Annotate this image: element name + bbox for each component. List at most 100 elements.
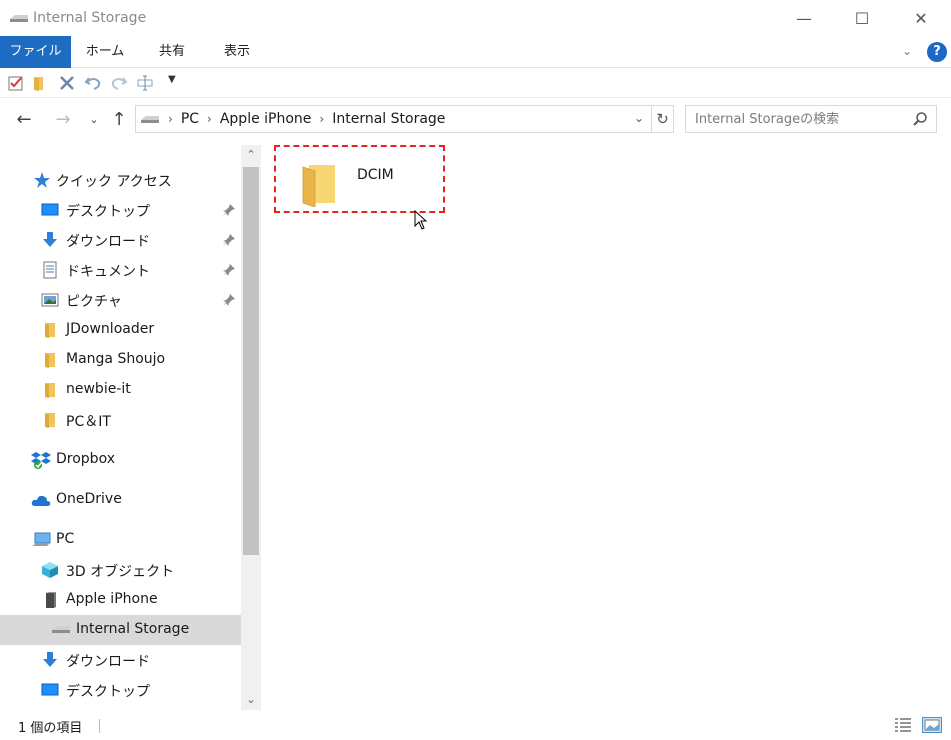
nav-dropbox[interactable]: Dropbox — [0, 445, 241, 475]
new-folder-icon[interactable] — [31, 74, 49, 92]
nav-label: JDownloader — [66, 321, 155, 337]
drive-icon — [10, 15, 28, 22]
undo-icon[interactable] — [84, 74, 102, 92]
cloud-icon — [31, 495, 51, 506]
breadcrumb-separator-icon[interactable]: › — [168, 112, 173, 126]
download-arrow-icon — [43, 232, 57, 247]
navigation-pane: クイック アクセス デスクトップ ダウンロード ドキュメント ピクチャ JDow… — [0, 145, 241, 710]
nav-item-documents[interactable]: ドキュメント — [0, 255, 241, 285]
star-icon — [34, 172, 50, 188]
scrollbar-thumb[interactable] — [243, 167, 259, 555]
tab-home[interactable]: ホーム — [76, 36, 134, 68]
search-box[interactable] — [685, 105, 937, 133]
nav-item-pictures[interactable]: ピクチャ — [0, 285, 241, 315]
folder-icon — [302, 165, 335, 207]
nav-label: PC — [56, 531, 75, 547]
nav-label: 3D オブジェクト — [66, 564, 175, 580]
nav-scrollbar[interactable]: ⌃ ⌄ — [241, 145, 261, 710]
drive-icon — [52, 626, 70, 633]
nav-label: OneDrive — [56, 491, 122, 507]
redo-icon[interactable] — [110, 74, 128, 92]
folder-name: DCIM — [357, 167, 394, 183]
details-view-icon[interactable] — [894, 717, 912, 733]
breadcrumb-internal-storage[interactable]: Internal Storage — [332, 111, 445, 127]
properties-check-icon[interactable] — [7, 74, 25, 92]
nav-label: Apple iPhone — [66, 591, 158, 607]
pin-icon[interactable] — [222, 263, 236, 277]
nav-item-3d-objects[interactable]: 3D オブジェクト — [0, 555, 241, 585]
breadcrumb-pc[interactable]: PC — [181, 111, 199, 127]
nav-item-desktop[interactable]: デスクトップ — [0, 195, 241, 225]
tab-file[interactable]: ファイル — [0, 36, 71, 68]
nav-label: newbie-it — [66, 381, 131, 397]
nav-item-jdownloader[interactable]: JDownloader — [0, 315, 241, 345]
large-icons-view-icon[interactable] — [922, 717, 942, 733]
nav-item-pc-downloads[interactable]: ダウンロード — [0, 645, 241, 675]
forward-arrow-icon[interactable]: → — [51, 108, 75, 132]
nav-onedrive[interactable]: OneDrive — [0, 485, 241, 515]
tab-share[interactable]: 共有 — [144, 36, 200, 68]
computer-icon — [32, 532, 51, 546]
picture-icon — [41, 293, 59, 307]
address-dropdown-icon[interactable]: ⌄ — [634, 111, 644, 125]
search-input[interactable] — [686, 106, 906, 132]
customize-toolbar-dropdown-icon[interactable]: ▼ — [168, 74, 176, 85]
file-list: DCIM — [262, 145, 951, 710]
nav-label: デスクトップ — [66, 204, 150, 220]
minimize-button[interactable]: — — [775, 0, 833, 36]
nav-item-apple-iphone[interactable]: Apple iPhone — [0, 585, 241, 615]
maximize-button[interactable]: ☐ — [833, 0, 891, 36]
delete-x-icon[interactable] — [58, 74, 76, 92]
search-icon[interactable] — [912, 111, 928, 127]
nav-item-internal-storage[interactable]: Internal Storage — [0, 615, 241, 645]
folder-icon — [45, 383, 55, 398]
ribbon-tabs: ファイル ホーム 共有 表示 ⌄ ? — [0, 36, 951, 68]
up-arrow-icon[interactable]: ↑ — [107, 108, 131, 132]
recent-locations-chevron-icon[interactable]: ⌄ — [82, 108, 106, 132]
nav-quick-access[interactable]: クイック アクセス — [0, 165, 241, 195]
scroll-down-arrow-icon[interactable]: ⌄ — [241, 690, 261, 710]
pin-icon[interactable] — [222, 233, 236, 247]
breadcrumb-apple-iphone[interactable]: Apple iPhone — [220, 111, 312, 127]
nav-label: デスクトップ — [66, 684, 150, 700]
title-bar: Internal Storage — ☐ ✕ — [0, 0, 951, 36]
help-icon[interactable]: ? — [927, 42, 947, 62]
nav-item-manga-shoujo[interactable]: Manga Shoujo — [0, 345, 241, 375]
window-title: Internal Storage — [33, 10, 147, 26]
3d-objects-icon — [42, 562, 58, 578]
drive-icon — [141, 116, 159, 123]
scroll-up-arrow-icon[interactable]: ⌃ — [241, 145, 261, 165]
rename-icon[interactable] — [136, 74, 154, 92]
nav-pc[interactable]: PC — [0, 525, 241, 555]
item-count: 1 個の項目 — [18, 721, 83, 736]
nav-label: クイック アクセス — [56, 174, 172, 190]
folder-icon — [45, 353, 55, 368]
desktop-icon — [41, 683, 59, 696]
back-arrow-icon[interactable]: ← — [12, 108, 36, 132]
document-icon — [43, 261, 57, 279]
breadcrumb-separator-icon[interactable]: › — [207, 112, 212, 126]
nav-label: Internal Storage — [76, 621, 190, 637]
download-arrow-icon — [43, 652, 57, 667]
quick-access-toolbar: ▼ — [0, 68, 951, 98]
nav-label: ダウンロード — [66, 234, 150, 250]
folder-icon — [45, 413, 55, 428]
nav-item-pc-it[interactable]: PC＆IT — [0, 405, 241, 435]
tab-view[interactable]: 表示 — [208, 36, 266, 68]
pin-icon[interactable] — [222, 203, 236, 217]
expand-ribbon-chevron-icon[interactable]: ⌄ — [902, 44, 912, 58]
phone-icon — [46, 592, 56, 608]
desktop-icon — [41, 203, 59, 216]
refresh-button[interactable]: ↻ — [652, 105, 674, 133]
address-bar[interactable]: › PC › Apple iPhone › Internal Storage ⌄ — [135, 105, 652, 133]
nav-item-pc-desktop[interactable]: デスクトップ — [0, 675, 241, 705]
folder-item-dcim[interactable]: DCIM — [274, 145, 445, 213]
nav-label: ドキュメント — [66, 264, 150, 280]
status-divider — [99, 719, 100, 733]
nav-item-newbie-it[interactable]: newbie-it — [0, 375, 241, 405]
pin-icon[interactable] — [222, 293, 236, 307]
breadcrumb-separator-icon[interactable]: › — [319, 112, 324, 126]
close-button[interactable]: ✕ — [892, 0, 950, 36]
dropbox-icon — [31, 452, 51, 469]
nav-item-downloads[interactable]: ダウンロード — [0, 225, 241, 255]
